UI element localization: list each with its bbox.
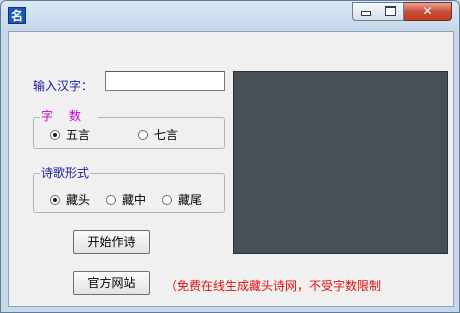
app-window: 名 ✕ 输入汉字： 字数 五言 七言 诗歌形式 藏头 藏中 藏尾 开始作诗 官方… <box>0 0 460 313</box>
radio-acrostic-tail[interactable]: 藏尾 <box>162 191 202 208</box>
maximize-button[interactable] <box>378 2 404 21</box>
free-service-notice: （免费在线生成藏头诗网，不受字数限制 <box>165 279 382 293</box>
radio-acrostic-head-label: 藏头 <box>66 193 91 207</box>
char-count-legend: 字数 <box>40 109 99 123</box>
minimize-button[interactable] <box>352 2 379 21</box>
radio-acrostic-middle-indicator[interactable] <box>106 194 116 205</box>
radio-acrostic-middle[interactable]: 藏中 <box>106 191 146 208</box>
close-icon: ✕ <box>422 4 433 18</box>
radio-five-char-label: 五言 <box>66 128 91 142</box>
radio-acrostic-tail-label: 藏尾 <box>178 193 203 207</box>
chinese-char-input[interactable] <box>105 71 225 91</box>
close-button[interactable]: ✕ <box>404 2 452 21</box>
radio-seven-char[interactable]: 七言 <box>138 126 178 143</box>
input-label: 输入汉字： <box>33 79 94 93</box>
poem-output-panel[interactable] <box>233 71 448 254</box>
minimize-icon <box>360 10 371 16</box>
radio-seven-char-indicator[interactable] <box>138 129 148 140</box>
radio-acrostic-middle-label: 藏中 <box>122 193 147 207</box>
radio-acrostic-head-indicator[interactable] <box>50 194 60 205</box>
radio-acrostic-tail-indicator[interactable] <box>162 194 172 205</box>
title-bar[interactable]: 名 ✕ <box>1 1 459 31</box>
app-icon: 名 <box>8 7 26 24</box>
radio-acrostic-head[interactable]: 藏头 <box>50 191 90 208</box>
radio-seven-char-label: 七言 <box>154 128 179 142</box>
start-poem-button[interactable]: 开始作诗 <box>73 230 150 254</box>
radio-five-char[interactable]: 五言 <box>50 126 90 143</box>
poem-form-legend: 诗歌形式 <box>40 166 91 180</box>
radio-five-char-indicator[interactable] <box>50 129 60 140</box>
official-site-button[interactable]: 官方网站 <box>73 271 150 295</box>
maximize-icon <box>385 6 396 16</box>
